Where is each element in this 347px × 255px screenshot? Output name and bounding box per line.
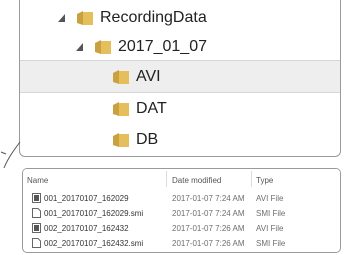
column-header-name[interactable]: Name [27, 176, 48, 185]
file-type: SMI File [256, 239, 286, 248]
tree-item-label: AVI [136, 68, 161, 85]
tree-item-recordingdata[interactable]: RecordingData [20, 2, 340, 34]
expanded-arrow-icon[interactable] [57, 13, 67, 23]
file-row[interactable]: 002_20170107_162432.smi 2017-01-07 7:26 … [23, 235, 340, 251]
folder-icon [76, 10, 94, 26]
file-list-header: Name Date modified Type [23, 169, 340, 188]
file-name: 001_20170107_162029.smi [44, 209, 144, 218]
tree-item-avi[interactable]: AVI [20, 60, 340, 93]
tree-item-label: 2017_01_07 [118, 38, 207, 55]
file-date: 2017-01-07 7:26 AM [172, 224, 245, 233]
folder-icon [94, 39, 112, 55]
text-file-icon [32, 208, 41, 218]
column-header-type[interactable]: Type [256, 176, 273, 185]
file-list-panel: Name Date modified Type 001_20170107_162… [22, 168, 341, 253]
file-type: AVI File [256, 194, 284, 203]
tree-item-2017-01-07[interactable]: 2017_01_07 [20, 31, 340, 63]
column-divider[interactable] [251, 171, 252, 187]
file-name: 002_20170107_162432 [44, 224, 129, 233]
video-file-icon [32, 223, 41, 233]
file-row[interactable]: 001_20170107_162029.smi 2017-01-07 7:24 … [23, 205, 340, 221]
folder-icon [112, 132, 130, 148]
file-row[interactable]: 001_20170107_162029 2017-01-07 7:24 AM A… [23, 190, 340, 206]
text-file-icon [32, 238, 41, 248]
folder-icon [112, 69, 130, 85]
file-date: 2017-01-07 7:24 AM [172, 194, 245, 203]
tree-item-db[interactable]: DB [20, 124, 340, 156]
file-name: 002_20170107_162432.smi [44, 239, 144, 248]
file-date: 2017-01-07 7:26 AM [172, 239, 245, 248]
callout-connector [0, 141, 21, 169]
tree-item-dat[interactable]: DAT [20, 93, 340, 125]
video-file-icon [32, 193, 41, 203]
folder-icon [112, 101, 130, 117]
folder-tree-panel: RecordingData 2017_01_07 AVI DAT DB [19, 0, 341, 157]
file-type: SMI File [256, 209, 286, 218]
column-header-date[interactable]: Date modified [172, 176, 221, 185]
file-row[interactable]: 002_20170107_162432 2017-01-07 7:26 AM A… [23, 220, 340, 236]
expanded-arrow-icon[interactable] [75, 42, 85, 52]
tree-item-label: RecordingData [100, 9, 207, 26]
column-divider[interactable] [166, 171, 167, 187]
tree-item-label: DB [136, 131, 159, 148]
file-name: 001_20170107_162029 [44, 194, 129, 203]
tree-item-label: DAT [136, 100, 167, 117]
file-type: AVI File [256, 224, 284, 233]
file-date: 2017-01-07 7:24 AM [172, 209, 245, 218]
